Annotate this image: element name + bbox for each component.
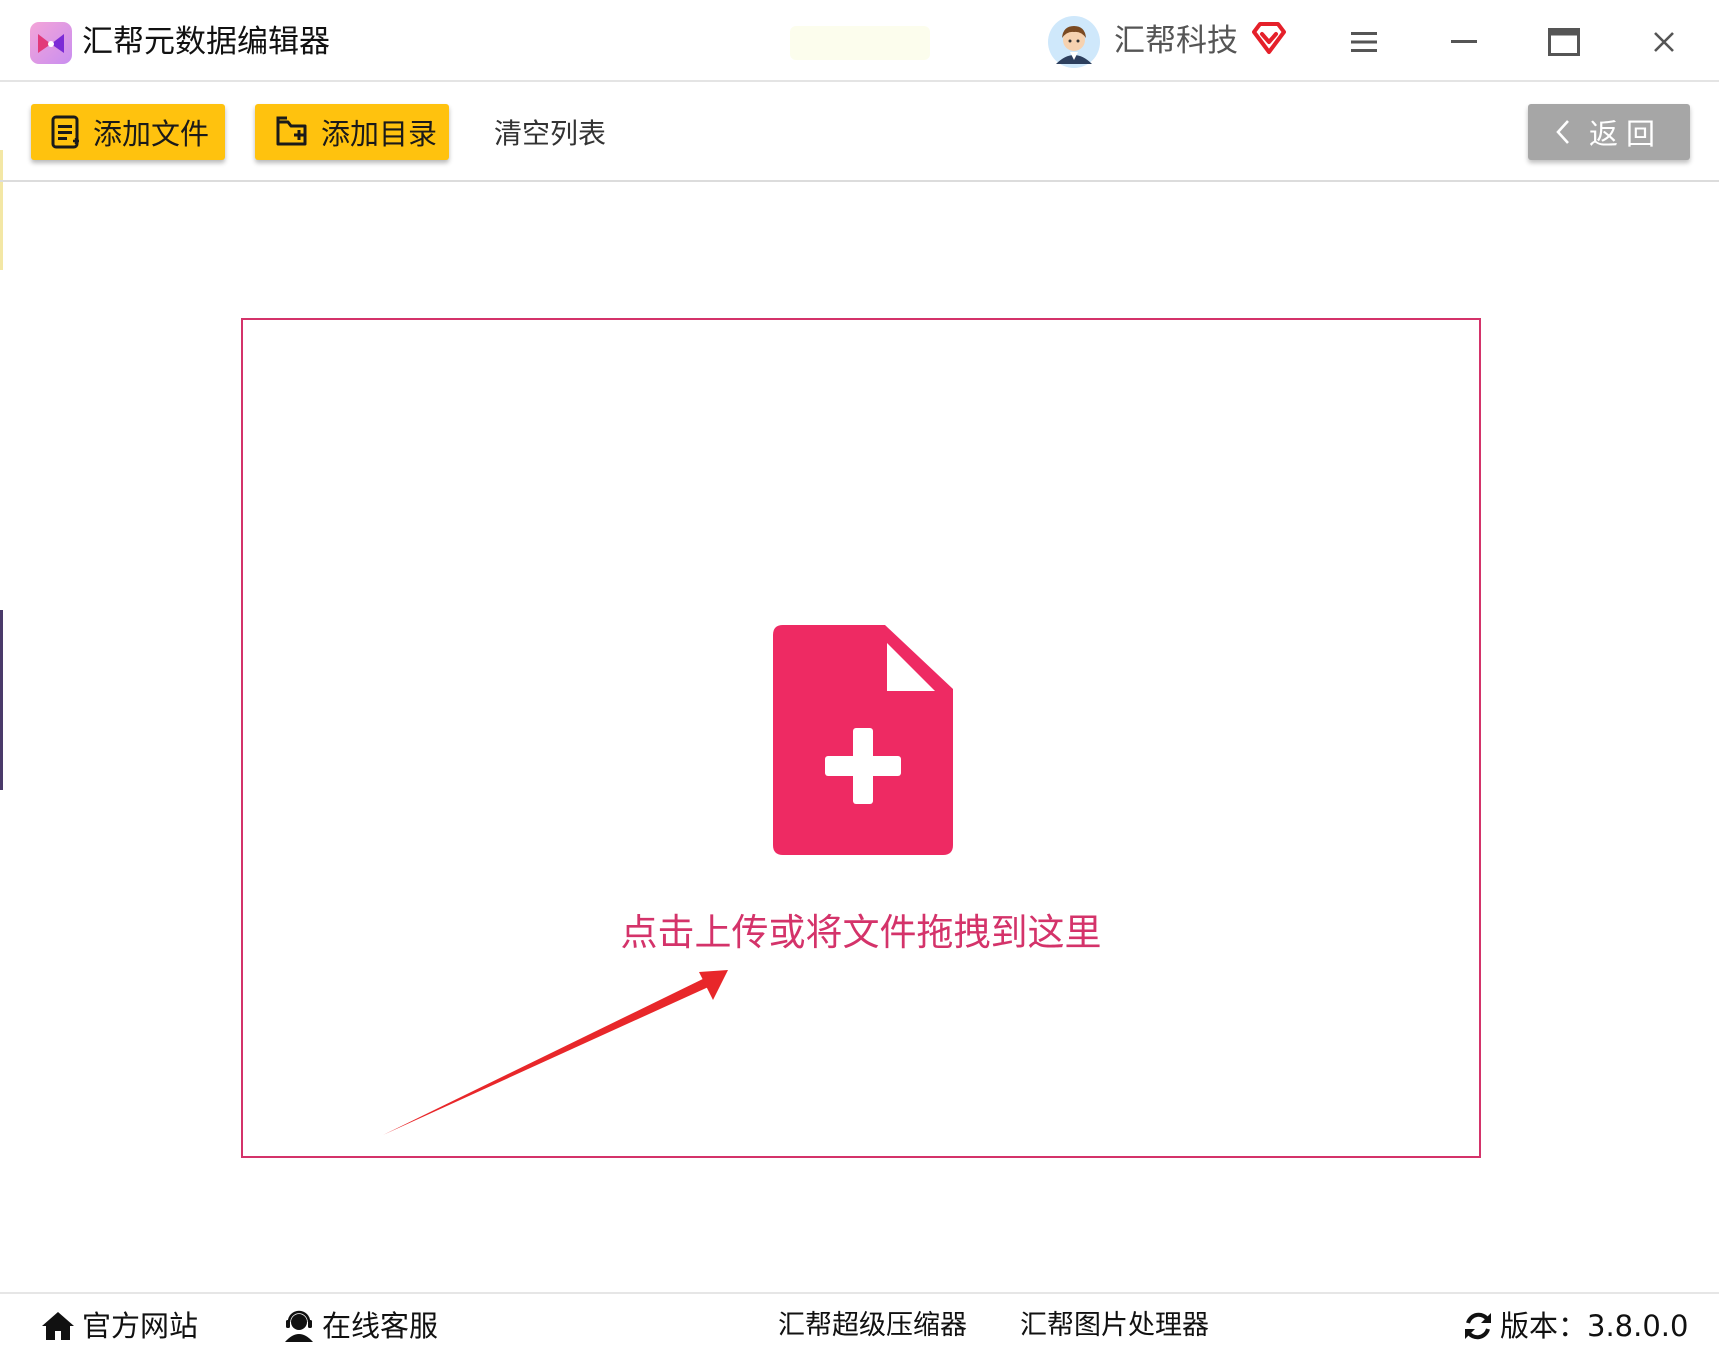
app-window: 汇帮元数据编辑器 汇帮科技 添加文件 添加目录 清空列表 返回 点击上传或将文件… (0, 0, 1719, 1359)
menu-button[interactable] (1332, 18, 1396, 66)
app-title: 汇帮元数据编辑器 (82, 24, 330, 60)
toolbar: 添加文件 添加目录 清空列表 返回 (0, 84, 1719, 182)
close-icon (1654, 32, 1674, 52)
minimize-button[interactable] (1432, 18, 1496, 66)
back-label: 返回 (1588, 117, 1663, 151)
clear-list-button[interactable]: 清空列表 (494, 114, 606, 154)
maximize-icon (1548, 28, 1580, 56)
drop-hint-text: 点击上传或将文件拖拽到这里 (620, 911, 1102, 954)
title-bar[interactable]: 汇帮元数据编辑器 汇帮科技 (0, 0, 1719, 82)
add-file-button[interactable]: 添加文件 (31, 104, 225, 160)
official-site-label: 官方网站 (82, 1309, 199, 1343)
footer-bar: 官方网站 在线客服 汇帮超级压缩器 汇帮图片处理器 版本：3.8.0.0 (0, 1292, 1719, 1359)
app-logo-icon (30, 22, 72, 64)
compressor-link[interactable]: 汇帮超级压缩器 (778, 1306, 967, 1346)
refresh-icon (1465, 1312, 1491, 1340)
add-file-label: 添加文件 (93, 117, 210, 151)
back-button[interactable]: 返回 (1528, 104, 1690, 160)
official-site-link[interactable]: 官方网站 (40, 1306, 198, 1346)
file-list-icon (51, 115, 79, 149)
file-add-icon[interactable] (773, 625, 953, 855)
promo-banner[interactable] (790, 26, 930, 60)
add-directory-button[interactable]: 添加目录 (255, 104, 449, 160)
vip-diamond-icon[interactable] (1250, 20, 1288, 56)
chevron-left-icon (1556, 120, 1569, 144)
close-button[interactable] (1632, 18, 1696, 66)
user-name[interactable]: 汇帮科技 (1114, 18, 1238, 64)
version-label: 版本：3.8.0.0 (1500, 1309, 1689, 1343)
minimize-icon (1451, 40, 1477, 43)
customer-service-icon (285, 1310, 313, 1342)
avatar-icon[interactable] (1048, 16, 1100, 68)
menu-icon (1351, 32, 1377, 52)
image-tool-link[interactable]: 汇帮图片处理器 (1020, 1306, 1209, 1346)
file-drop-zone[interactable]: 点击上传或将文件拖拽到这里 (241, 318, 1481, 1158)
online-service-label: 在线客服 (322, 1309, 439, 1343)
maximize-button[interactable] (1532, 18, 1596, 66)
add-directory-label: 添加目录 (321, 117, 438, 151)
version-info[interactable]: 版本：3.8.0.0 (1462, 1306, 1688, 1346)
folder-add-icon (276, 116, 307, 146)
left-edge-artifact (0, 150, 3, 790)
home-icon (42, 1312, 74, 1340)
online-service-link[interactable]: 在线客服 (282, 1306, 438, 1346)
